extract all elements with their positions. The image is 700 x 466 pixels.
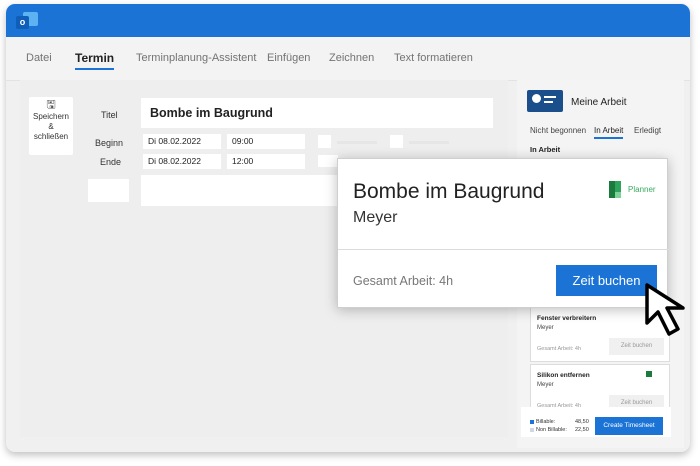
mouse-cursor-icon [645,283,685,336]
tab-termin[interactable]: Termin [75,51,115,70]
sidebar-tab-erledigt[interactable]: Erledigt [634,126,661,135]
checkbox-placeholder[interactable] [390,135,403,148]
task-title: Silikon entfernen [537,372,590,379]
task-owner: Meyer [537,325,554,331]
end-date-field[interactable]: Di 08.02.2022 [143,154,221,169]
planner-label: Planner [628,185,656,194]
tab-terminplanung-assistent[interactable]: Terminplanung-Assistent [136,52,256,64]
task-detail-popup: Bombe im Baugrund Meyer Planner Gesamt A… [337,158,669,308]
planner-icon [609,181,625,198]
tab-datei[interactable]: Datei [26,52,52,64]
tab-zeichnen[interactable]: Zeichnen [329,52,374,64]
billable-legend: Billable: 48,50 [530,419,589,425]
title-label: Titel [101,110,118,120]
section-heading: In Arbeit [530,145,561,154]
popup-title: Bombe im Baugrund [353,180,545,203]
tab-text-formatieren[interactable]: Text formatieren [394,52,473,64]
divider [338,249,669,250]
task-total: Gesamt Arbeit: 4h [537,346,582,352]
begin-time-field[interactable]: 09:00 [227,134,305,149]
tab-einfuegen[interactable]: Einfügen [267,52,310,64]
task-title: Fenster verbreitern [537,315,597,322]
save-icon: 🖫 [46,99,56,111]
option-placeholder-line [337,141,377,144]
book-time-button[interactable]: Zeit buchen [556,265,657,296]
sidebar-tab-in-arbeit[interactable]: In Arbeit [594,126,624,139]
begin-date-field[interactable]: Di 08.02.2022 [143,134,221,149]
task-owner: Meyer [537,382,554,388]
begin-label: Beginn [95,138,124,148]
location-input[interactable] [141,175,341,206]
ribbon-tabs: Datei Termin Terminplanung-Assistent Ein… [6,37,690,81]
non-billable-legend: Non Billable: 22,50 [530,427,589,433]
location-icon-placeholder[interactable] [88,179,129,202]
option-placeholder-line [409,141,449,144]
end-time-field[interactable]: 12:00 [227,154,305,169]
task-card[interactable]: Silikon entfernen Meyer Gesamt Arbeit: 4… [530,364,670,412]
end-label: Ende [100,157,122,167]
popup-owner: Meyer [353,209,398,226]
sidebar-title: Meine Arbeit [571,97,627,108]
planner-icon [646,371,652,377]
title-bar: o [6,4,690,37]
my-work-icon [527,90,563,112]
checkbox-placeholder[interactable] [318,135,331,148]
sidebar-tab-nicht-begonnen[interactable]: Nicht begonnen [530,126,586,135]
title-input[interactable]: Bombe im Baugrund [141,98,493,128]
create-timesheet-button[interactable]: Create Timesheet [595,417,663,435]
save-and-close-button[interactable]: 🖫 Speichern & schließen [29,97,73,155]
outlook-logo-icon: o [16,12,38,30]
popup-total-work: Gesamt Arbeit: 4h [353,274,454,288]
field-placeholder [318,155,338,167]
